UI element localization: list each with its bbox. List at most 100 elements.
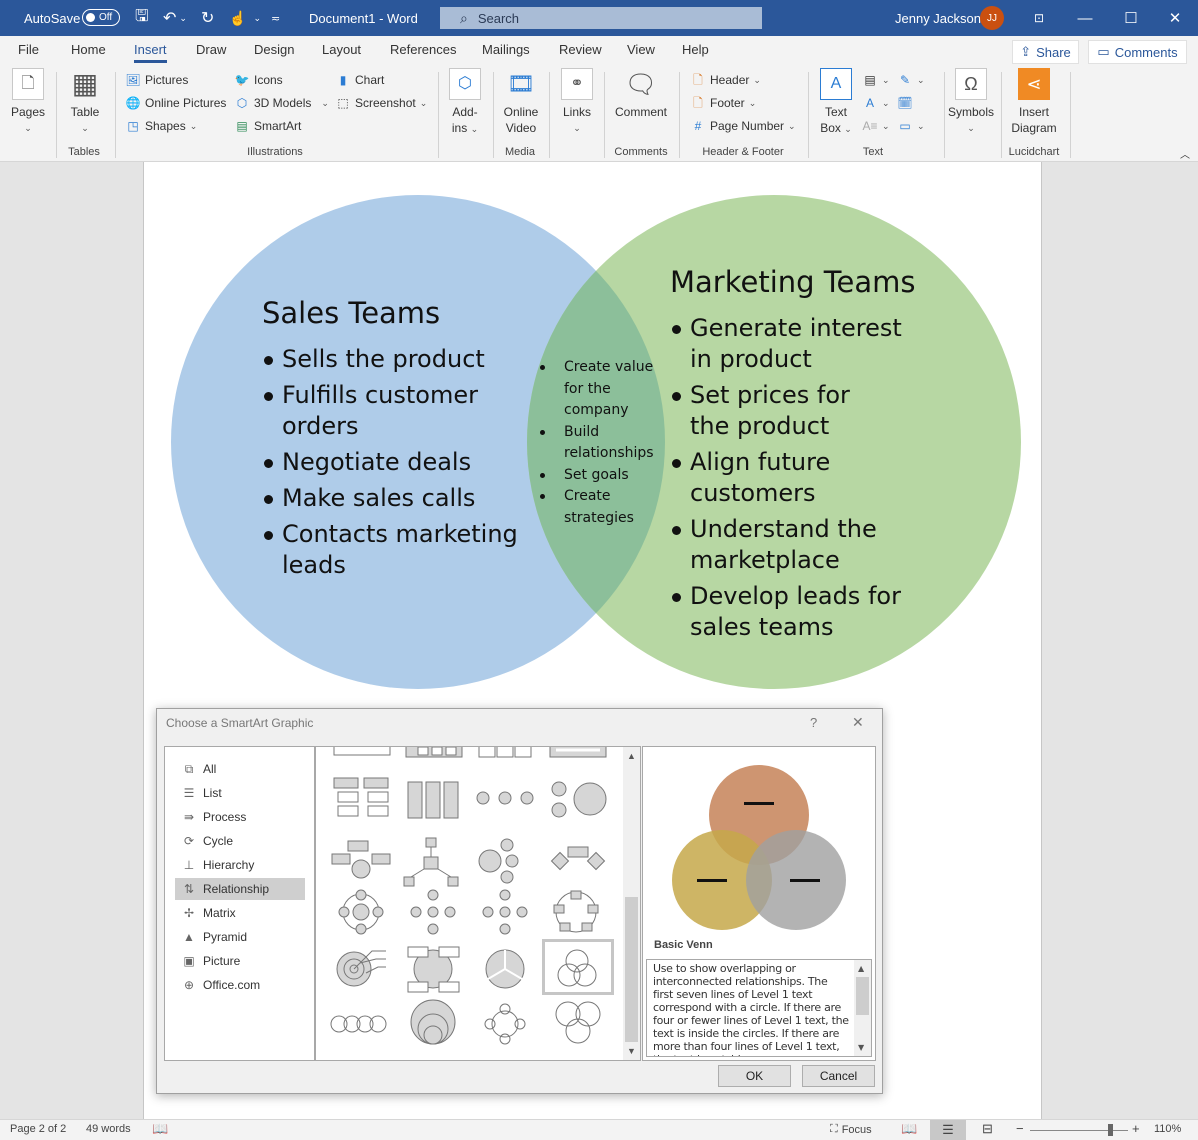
- category-label: Matrix: [203, 906, 236, 920]
- category-cycle[interactable]: ⟳ Cycle: [175, 830, 305, 852]
- zoom-level[interactable]: 110%: [1154, 1123, 1181, 1135]
- all-icon: ⧉: [184, 761, 194, 776]
- sales-item: Fulfills customer orders: [262, 380, 492, 442]
- basic-venn-preview: [672, 765, 846, 930]
- layout-thumb[interactable]: [549, 747, 607, 758]
- layout-thumb[interactable]: [476, 791, 534, 805]
- ok-button[interactable]: OK: [718, 1065, 791, 1087]
- relationship-icon: ⇅: [183, 882, 195, 896]
- layout-thumb[interactable]: [405, 747, 463, 758]
- zoom-slider-track[interactable]: [1030, 1130, 1128, 1131]
- page-count[interactable]: Page 2 of 2: [10, 1123, 66, 1135]
- category-list-item[interactable]: ☰ List: [175, 782, 305, 804]
- marketing-item: Generate interest in product: [670, 313, 920, 375]
- layout-thumb[interactable]: [553, 890, 599, 933]
- scroll-up-icon[interactable]: ▲: [858, 962, 864, 975]
- layout-thumb[interactable]: [330, 1015, 387, 1033]
- focus-label: Focus: [841, 1123, 872, 1136]
- marketing-item: Develop leads for sales teams: [670, 581, 960, 643]
- sales-item: Negotiate deals: [262, 447, 532, 478]
- sales-list: Sells the product Fulfills customer orde…: [262, 344, 532, 581]
- category-picture[interactable]: ▣ Picture: [175, 950, 305, 972]
- cancel-button[interactable]: Cancel: [802, 1065, 875, 1087]
- preview-panel: Basic Venn Use to show overlapping or in…: [642, 746, 876, 1061]
- category-list: ⧉ All ☰ List ⇛ Process ⟳ Cycle ⊥ Hierarchy ⇅ R…: [164, 746, 315, 1061]
- marketing-title: Marketing Teams: [670, 265, 916, 299]
- scroll-up-icon[interactable]: ▲: [627, 751, 636, 761]
- marketing-item: Align future customers: [670, 447, 960, 509]
- help-icon[interactable]: ?: [810, 715, 817, 730]
- category-hierarchy[interactable]: ⊥ Hierarchy: [175, 854, 305, 876]
- marketing-item: Set prices for the product: [670, 380, 890, 442]
- category-label: All: [203, 762, 217, 776]
- sales-item: Sells the product: [262, 344, 532, 375]
- layout-thumb[interactable]: [410, 889, 456, 935]
- layout-thumb[interactable]: [333, 777, 389, 817]
- category-label: List: [203, 786, 222, 800]
- category-label: Cycle: [203, 834, 234, 848]
- layout-thumb[interactable]: [485, 949, 525, 989]
- scroll-down-icon[interactable]: ▼: [858, 1041, 864, 1054]
- category-label: Picture: [203, 954, 241, 968]
- layout-thumb[interactable]: [333, 747, 391, 756]
- sales-item: Contacts marketing leads: [262, 519, 522, 581]
- layout-thumb[interactable]: [338, 889, 384, 935]
- zoom-in-icon[interactable]: +: [1132, 1121, 1140, 1136]
- scroll-thumb[interactable]: [625, 897, 638, 1042]
- print-layout-icon[interactable]: ☰: [930, 1120, 966, 1140]
- overlap-section: Create value for the company Build relat…: [537, 357, 665, 529]
- zoom-slider-thumb[interactable]: [1108, 1124, 1114, 1136]
- marketing-list: Generate interest in product Set prices …: [670, 313, 960, 643]
- category-all[interactable]: ⧉ All: [175, 758, 305, 780]
- close-icon[interactable]: ✕: [852, 714, 864, 731]
- zoom-out-icon[interactable]: −: [1016, 1121, 1024, 1136]
- layout-thumb[interactable]: [484, 1003, 526, 1045]
- scroll-thumb[interactable]: [856, 977, 869, 1015]
- category-process[interactable]: ⇛ Process: [175, 806, 305, 828]
- gallery-scrollbar[interactable]: ▲ ▼: [623, 747, 640, 1060]
- description-scrollbar[interactable]: ▲ ▼: [854, 960, 871, 1056]
- matrix-icon: ✢: [183, 906, 195, 920]
- layout-thumb[interactable]: [336, 950, 386, 987]
- focus-button[interactable]: ⛶ Focus: [830, 1123, 872, 1136]
- layout-description: Use to show overlapping or interconnecte…: [646, 959, 872, 1057]
- category-label: Hierarchy: [203, 858, 255, 872]
- layout-thumb[interactable]: [551, 781, 607, 818]
- overlap-item: Create value for the company: [537, 357, 665, 422]
- category-matrix[interactable]: ✢ Matrix: [175, 902, 305, 924]
- layout-gallery: ▲ ▼: [315, 746, 641, 1061]
- hierarchy-icon: ⊥: [183, 858, 195, 872]
- layout-thumb[interactable]: [555, 1001, 601, 1044]
- layout-thumbnails: [330, 747, 607, 1045]
- scroll-down-icon[interactable]: ▼: [627, 1046, 636, 1056]
- layout-thumb[interactable]: [478, 838, 519, 884]
- proofing-icon[interactable]: 📖: [152, 1121, 168, 1137]
- layout-thumb[interactable]: [482, 889, 528, 935]
- word-count[interactable]: 49 words: [86, 1123, 131, 1135]
- sales-title: Sales Teams: [262, 296, 441, 330]
- layout-thumb[interactable]: [407, 946, 460, 993]
- sales-section: Sales Teams Sells the product Fulfills c…: [262, 296, 532, 586]
- basic-venn-thumb-selected[interactable]: [542, 939, 614, 995]
- read-mode-icon[interactable]: 📖: [901, 1121, 917, 1137]
- layout-thumb[interactable]: [410, 999, 456, 1045]
- layout-thumb[interactable]: [407, 781, 459, 819]
- web-layout-icon[interactable]: ⊟: [982, 1121, 993, 1137]
- layout-thumb[interactable]: [478, 747, 532, 758]
- marketing-item: Understand the marketplace: [670, 514, 890, 576]
- marketing-section: Marketing Teams Generate interest in pro…: [670, 265, 960, 648]
- smartart-dialog: Choose a SmartArt Graphic ? ✕ ⧉ All ☰ List…: [156, 708, 883, 1094]
- pyramid-icon: ▲: [183, 930, 195, 944]
- layout-name: Basic Venn: [654, 939, 713, 951]
- category-pyramid[interactable]: ▲ Pyramid: [175, 926, 305, 948]
- layout-thumb[interactable]: [403, 837, 459, 887]
- status-bar: Page 2 of 2 49 words 📖 ⛶ Focus 📖 ☰ ⊟ − + …: [0, 1119, 1198, 1140]
- category-label: Relationship: [203, 882, 270, 896]
- layout-thumb[interactable]: [550, 846, 606, 871]
- globe-icon: ⊕: [183, 978, 195, 992]
- sales-item: Make sales calls: [262, 483, 532, 514]
- category-relationship[interactable]: ⇅ Relationship: [175, 878, 305, 900]
- cycle-icon: ⟳: [183, 834, 195, 848]
- layout-thumb[interactable]: [331, 840, 391, 879]
- category-office-com[interactable]: ⊕ Office.com: [175, 974, 305, 996]
